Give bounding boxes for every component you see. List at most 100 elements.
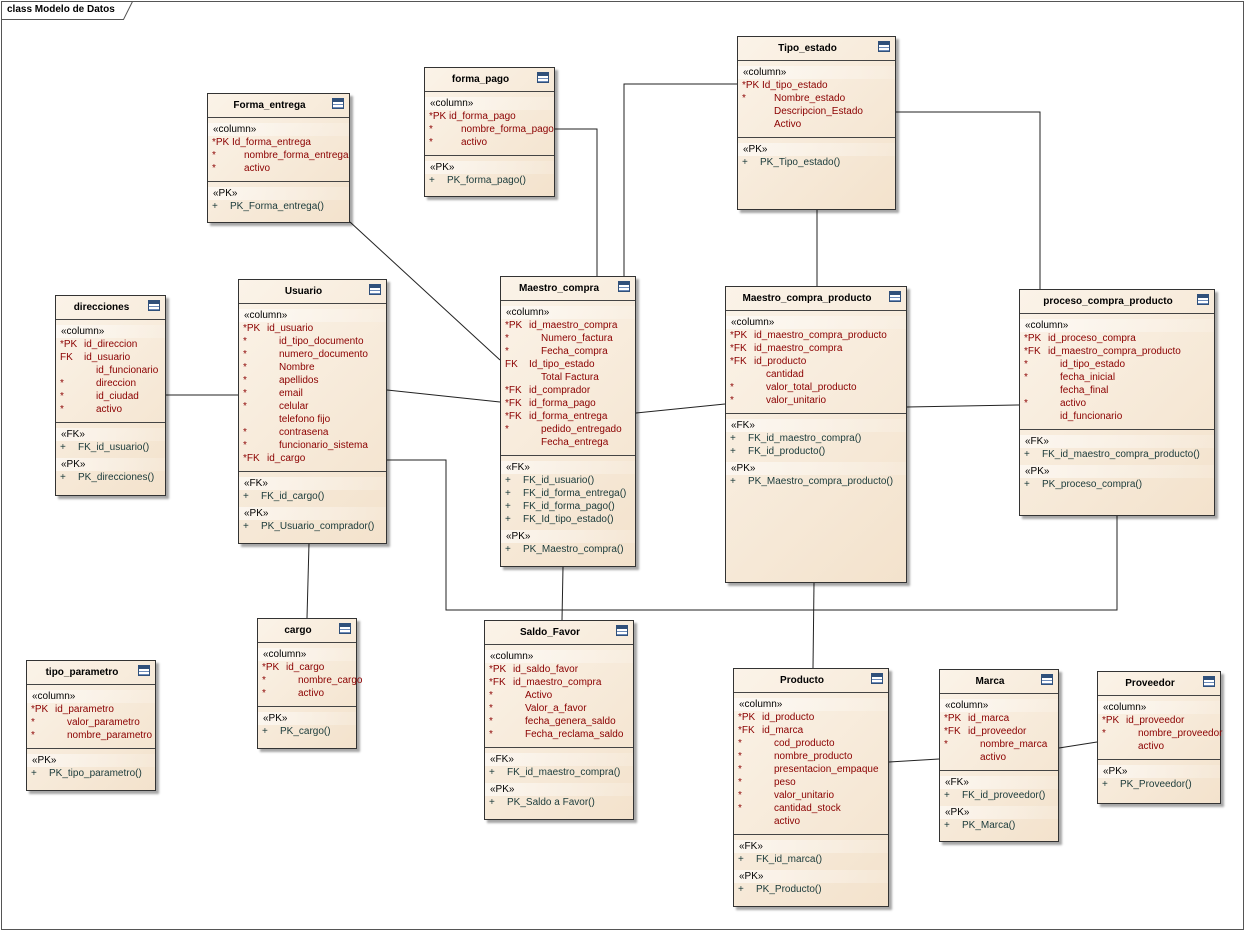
operation-row[interactable]: + FK_id_maestro_compra() <box>726 432 906 445</box>
column-row[interactable]: Activo <box>738 118 895 131</box>
column-row[interactable]: *PK id_producto <box>734 711 888 724</box>
operation-row[interactable]: + PK_Maestro_compra_producto() <box>726 475 906 488</box>
column-row[interactable]: fecha_final <box>1020 384 1214 397</box>
column-row[interactable]: *PK id_usuario <box>239 322 386 335</box>
column-row[interactable]: *PK id_parametro <box>27 703 155 716</box>
operation-row[interactable]: + PK_Forma_entrega() <box>208 200 349 213</box>
column-row[interactable]: id_funcionario <box>1020 410 1214 423</box>
column-row[interactable]: * email <box>239 387 386 400</box>
column-row[interactable]: * valor_total_producto <box>726 381 906 394</box>
column-row[interactable]: *PK Id_tipo_estado <box>738 79 895 92</box>
column-row[interactable]: * cantidad_stock <box>734 802 888 815</box>
column-row[interactable]: * Nombre <box>239 361 386 374</box>
link-usuario-cargo[interactable] <box>306 542 310 619</box>
column-row[interactable]: Descripcion_Estado <box>738 105 895 118</box>
column-row[interactable]: * valor_parametro <box>27 716 155 729</box>
operation-row[interactable]: + FK_Id_tipo_estado() <box>501 513 635 526</box>
class-proveedor[interactable]: Proveedor «column» *PK id_proveedor * nombre_… <box>1097 671 1223 804</box>
column-row[interactable]: * nombre_forma_entrega <box>208 149 349 162</box>
column-row[interactable]: *PK id_cargo <box>258 661 356 674</box>
column-row[interactable]: * contrasena <box>239 426 386 439</box>
operation-row[interactable]: + PK_Marca() <box>940 819 1058 832</box>
column-row[interactable]: * fecha_genera_saldo <box>485 715 633 728</box>
column-row[interactable]: *FK id_maestro_compra <box>726 342 906 355</box>
column-row[interactable]: *FK id_marca <box>734 724 888 737</box>
link-maestrocompra-saldofavor[interactable] <box>561 566 564 621</box>
operation-row[interactable]: + FK_id_usuario() <box>56 441 165 454</box>
column-row[interactable]: * nombre_parametro <box>27 729 155 742</box>
column-row[interactable]: *FK id_cargo <box>239 452 386 465</box>
column-row[interactable]: *PK Id_forma_entrega <box>208 136 349 149</box>
operation-row[interactable]: + FK_id_proveedor() <box>940 789 1058 802</box>
operation-row[interactable]: + FK_id_forma_pago() <box>501 500 635 513</box>
column-row[interactable]: * nombre_proveedor <box>1098 727 1223 740</box>
column-row[interactable]: *PK id_direccion <box>56 338 165 351</box>
class-usuario[interactable]: Usuario «column» *PK id_usuario * id_tipo_doc… <box>238 279 387 544</box>
operation-row[interactable]: + PK_cargo() <box>258 725 356 738</box>
column-row[interactable]: * Nombre_estado <box>738 92 895 105</box>
operation-row[interactable]: + FK_id_maestro_compra() <box>485 766 633 779</box>
link-producto-marca[interactable] <box>888 758 940 763</box>
operation-row[interactable]: + PK_direcciones() <box>56 471 165 484</box>
class-marca[interactable]: Marca «column» *PK id_marca *FK id_proveedor *… <box>939 669 1059 842</box>
column-row[interactable]: * activo <box>425 136 554 149</box>
link-tipoestado-procesocompra[interactable] <box>896 111 1041 289</box>
class-tipo-estado[interactable]: Tipo_estado «column» *PK Id_tipo_estado * Nom… <box>737 36 896 210</box>
column-row[interactable]: * id_tipo_estado <box>1020 358 1214 371</box>
column-row[interactable]: * pedido_entregado <box>501 423 635 436</box>
column-row[interactable]: *PK id_forma_pago <box>425 110 554 123</box>
class-forma-entrega[interactable]: Forma_entrega «column» *PK Id_forma_entrega… <box>207 93 350 223</box>
class-forma-pago[interactable]: forma_pago «column» *PK id_forma_pago * nombr… <box>424 67 555 197</box>
column-row[interactable]: * direccion <box>56 377 165 390</box>
class-direcciones[interactable]: direcciones «column» *PK id_direccion FK id_u… <box>55 295 166 496</box>
column-row[interactable]: * nombre_cargo <box>258 674 362 687</box>
operation-row[interactable]: + PK_Usuario_comprador() <box>239 520 386 533</box>
operation-row[interactable]: + PK_Maestro_compra() <box>501 543 635 556</box>
column-row[interactable]: * activo <box>56 403 165 416</box>
operation-row[interactable]: + FK_id_maestro_compra_producto() <box>1020 448 1214 461</box>
link-maestrocompraproducto-procesocompra[interactable] <box>906 404 1020 408</box>
column-row[interactable]: * Activo <box>485 689 633 702</box>
column-row[interactable]: * Fecha_reclama_saldo <box>485 728 633 741</box>
operation-row[interactable]: + PK_forma_pago() <box>425 174 554 187</box>
class-maestro-compra-producto[interactable]: Maestro_compra_producto «column» *PK id_mae… <box>725 286 907 583</box>
link-maestrocompraproducto-producto[interactable] <box>812 582 815 669</box>
column-row[interactable]: *FK id_producto <box>726 355 906 368</box>
column-row[interactable]: * apellidos <box>239 374 386 387</box>
operation-row[interactable]: + FK_id_cargo() <box>239 490 386 503</box>
class-tipo-parametro[interactable]: tipo_parametro «column» *PK id_parametro * va… <box>26 660 156 791</box>
column-row[interactable]: * funcionario_sistema <box>239 439 386 452</box>
column-row[interactable]: activo <box>940 751 1058 764</box>
column-row[interactable]: * celular <box>239 400 386 413</box>
operation-row[interactable]: + PK_Saldo a Favor() <box>485 796 633 809</box>
column-row[interactable]: * activo <box>258 687 356 700</box>
column-row[interactable]: * Valor_a_favor <box>485 702 633 715</box>
column-row[interactable]: *FK id_maestro_compra_producto <box>1020 345 1214 358</box>
link-formapago-maestrocompra[interactable] <box>555 128 598 276</box>
column-row[interactable]: Total Factura <box>501 371 635 384</box>
column-row[interactable]: * activo <box>1020 397 1214 410</box>
class-maestro-compra[interactable]: Maestro_compra «column» *PK id_maestro_comp… <box>500 276 636 567</box>
class-cargo[interactable]: cargo «column» *PK id_cargo * nombre_cargo * ac… <box>257 618 362 749</box>
column-row[interactable]: * valor_unitario <box>726 394 906 407</box>
column-row[interactable]: id_funcionario <box>56 364 165 377</box>
column-row[interactable]: *PK id_maestro_compra <box>501 319 635 332</box>
column-row[interactable]: * nombre_forma_pago <box>425 123 554 136</box>
column-row[interactable]: * nombre_marca <box>940 738 1058 751</box>
class-saldo-favor[interactable]: Saldo_Favor «column» *PK id_saldo_favor *FK i… <box>484 620 634 820</box>
operation-row[interactable]: + FK_id_marca() <box>734 853 888 866</box>
column-row[interactable]: activo <box>1098 740 1220 753</box>
operation-row[interactable]: + PK_Producto() <box>734 883 888 896</box>
link-usuario-maestrocompra[interactable] <box>386 389 501 403</box>
column-row[interactable]: *PK id_proveedor <box>1098 714 1220 727</box>
column-row[interactable]: * Numero_factura <box>501 332 635 345</box>
operation-row[interactable]: + PK_tipo_parametro() <box>27 767 155 780</box>
link-maestrocompra-maestrocompraproducto[interactable] <box>635 403 726 414</box>
column-row[interactable]: * cod_producto <box>734 737 888 750</box>
column-row[interactable]: *FK id_forma_entrega <box>501 410 635 423</box>
column-row[interactable]: * presentacion_empaque <box>734 763 888 776</box>
column-row[interactable]: telefono fijo <box>239 413 386 426</box>
column-row[interactable]: *PK id_saldo_favor <box>485 663 633 676</box>
column-row[interactable]: * nombre_producto <box>734 750 888 763</box>
operation-row[interactable]: + FK_id_producto() <box>726 445 906 458</box>
